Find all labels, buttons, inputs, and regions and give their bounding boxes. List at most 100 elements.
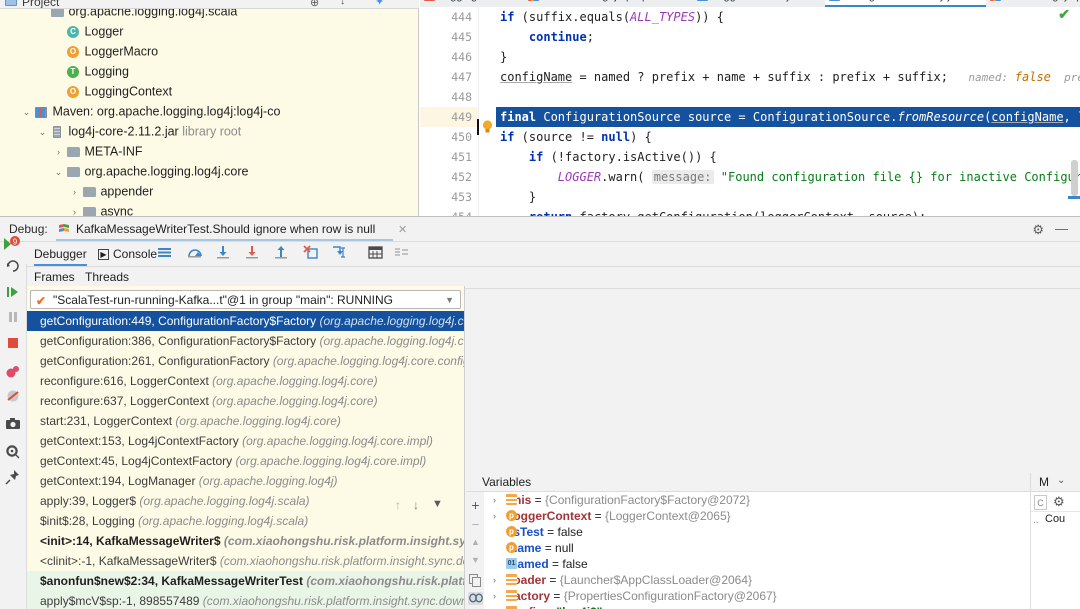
chevron-down-icon[interactable]: ⌄ — [1057, 475, 1065, 486]
tree-node[interactable]: › appender — [0, 181, 418, 201]
tree-node[interactable]: org.apache.logging.log4j.scala — [0, 9, 418, 21]
chevron-right-icon[interactable]: › — [493, 508, 496, 524]
frame-item[interactable]: <init>:14, KafkaMessageWriter$ (com.xiao… — [27, 531, 464, 551]
editor-scrollbar-thumb[interactable] — [1071, 160, 1078, 196]
gutter-line[interactable]: 445 — [420, 27, 478, 47]
pin-icon[interactable] — [5, 469, 22, 486]
filter-icon[interactable]: ▼ — [432, 498, 443, 510]
gutter-line[interactable]: 444− — [420, 7, 478, 27]
variable-row[interactable]: ›this = {ConfigurationFactory$Factory@20… — [484, 492, 1030, 508]
frame-item[interactable]: reconfigure:637, LoggerContext (org.apac… — [27, 391, 464, 411]
gutter-line[interactable]: 450− — [420, 127, 478, 147]
step-out-icon[interactable] — [274, 245, 288, 262]
editor-tab[interactable]: Logging.scala✕ — [420, 0, 524, 7]
watches-icon[interactable] — [468, 592, 483, 605]
chevron-right-icon[interactable]: › — [493, 572, 496, 588]
variable-row[interactable]: ›factory = {PropertiesConfigurationFacto… — [484, 588, 1030, 604]
chevron-down-icon[interactable]: ▼ — [445, 291, 454, 309]
tab-debugger[interactable]: Debugger — [34, 243, 87, 266]
inspection-status-icon[interactable]: ✔ — [1058, 6, 1070, 23]
tree-node[interactable]: ⌄ org.apache.logging.log4j.core — [0, 161, 418, 181]
mute-breakpoints-icon[interactable] — [5, 388, 22, 405]
frame-item[interactable]: reconfigure:616, LoggerContext (org.apac… — [27, 371, 464, 391]
frame-item[interactable]: apply$mcV$sp:-1, 898557489 (com.xiaohong… — [27, 591, 464, 609]
layout-icon[interactable] — [394, 245, 409, 262]
editor-tab-bar[interactable]: Logging.scala✕resources\log4j2.propertie… — [420, 0, 1080, 7]
view-breakpoints-icon[interactable] — [5, 364, 22, 381]
frame-item[interactable]: getConfiguration:386, ConfigurationFacto… — [27, 331, 464, 351]
variable-row[interactable]: ›ploggerContext = {LoggerContext@2065} — [484, 508, 1030, 524]
force-step-into-icon[interactable] — [245, 245, 259, 262]
tree-node[interactable]: ⌄ log4j-core-2.11.2.jar library root — [0, 121, 418, 141]
chevron-right-icon[interactable]: › — [52, 142, 65, 162]
move-down-icon[interactable]: ▼ — [469, 555, 482, 568]
close-icon[interactable]: ✕ — [811, 0, 819, 2]
gear-icon[interactable]: ⚙ — [1032, 222, 1044, 238]
down-arrow-icon[interactable]: ↓ — [413, 498, 419, 512]
chevron-right-icon[interactable]: › — [493, 588, 496, 604]
chevron-down-icon[interactable]: ⌄ — [52, 162, 65, 182]
gutter-line[interactable]: 452 — [420, 167, 478, 187]
close-icon[interactable]: ✕ — [972, 0, 980, 2]
chevron-right-icon[interactable]: › — [68, 182, 81, 202]
close-icon[interactable]: ✕ — [398, 220, 407, 241]
tab-console[interactable]: ▶Console — [98, 243, 157, 266]
gutter-line[interactable]: 447 — [420, 67, 478, 87]
breakpoints-badge-icon[interactable]: 9 — [2, 236, 24, 253]
frame-item[interactable]: getContext:45, Log4jContextFactory (org.… — [27, 451, 464, 471]
screenshot-icon[interactable] — [5, 416, 22, 433]
frame-item[interactable]: <clinit>:-1, KafkaMessageWriter$ (com.xi… — [27, 551, 464, 571]
frame-item[interactable]: getContext:153, Log4jContextFactory (org… — [27, 431, 464, 451]
tree-node[interactable]: ⌄ Maven: org.apache.logging.log4j:log4j-… — [0, 101, 418, 121]
gutter-line[interactable]: 448 — [420, 87, 478, 107]
rerun-icon[interactable] — [5, 258, 22, 275]
frames-pane[interactable]: ✔ "ScalaTest-run-running-Kafka...t"@1 in… — [27, 286, 465, 609]
add-icon[interactable]: + — [469, 497, 482, 510]
tree-node[interactable]: O LoggingContext — [0, 81, 418, 101]
tree-node[interactable]: C Logger — [0, 21, 418, 41]
frame-item[interactable]: $anonfun$new$2:34, KafkaMessageWriterTes… — [27, 571, 464, 591]
right-panel-c-button[interactable]: C — [1034, 495, 1047, 510]
chevron-down-icon[interactable]: ⌄ — [20, 102, 33, 122]
variable-row[interactable]: 01named = false — [484, 556, 1030, 572]
thread-selector[interactable]: ✔ "ScalaTest-run-running-Kafka...t"@1 in… — [30, 290, 461, 309]
resume-icon[interactable] — [5, 284, 22, 301]
sort-icon[interactable]: ↕ — [340, 0, 346, 7]
move-up-icon[interactable]: ▲ — [469, 537, 482, 550]
evaluate-expression-icon[interactable] — [368, 245, 383, 262]
variables-pane[interactable]: ›this = {ConfigurationFactory$Factory@20… — [484, 492, 1030, 609]
variable-row[interactable]: ›loader = {Launcher$AppClassLoader@2064} — [484, 572, 1030, 588]
gutter-line[interactable]: 453− — [420, 187, 478, 207]
up-arrow-icon[interactable]: ↑ — [395, 498, 401, 512]
frame-item[interactable]: $init$:28, Logging (org.apache.logging.l… — [27, 511, 464, 531]
remove-icon[interactable]: − — [469, 517, 482, 530]
editor-tab[interactable]: ConfigurationFactory.java✕ — [825, 0, 986, 7]
chevron-right-icon[interactable]: › — [493, 604, 496, 609]
tree-node[interactable]: › META-INF — [0, 141, 418, 161]
chevron-right-icon[interactable]: › — [493, 492, 496, 508]
step-into-icon[interactable] — [216, 245, 230, 262]
project-tree[interactable]: org.apache.logging.log4j.scalaC Logger O … — [0, 9, 419, 216]
pause-icon[interactable] — [5, 309, 22, 326]
chevron-down-icon[interactable]: ⌄ — [36, 122, 49, 142]
editor-gutter[interactable]: 444−445446−447448449450−451−452453−45445… — [420, 7, 479, 216]
frame-item[interactable]: getContext:194, LogManager (org.apache.l… — [27, 471, 464, 491]
run-to-cursor-icon[interactable] — [332, 245, 347, 262]
gutter-line[interactable]: 449 — [420, 107, 478, 127]
code-content[interactable]: if (suffix.equals(ALL_TYPES)) { continue… — [496, 7, 1080, 216]
frame-item[interactable]: start:231, LoggerContext (org.apache.log… — [27, 411, 464, 431]
copy-icon[interactable] — [469, 574, 482, 587]
close-icon[interactable]: ✕ — [679, 0, 687, 2]
collapse-icon[interactable]: ⊕ — [310, 0, 319, 9]
mute-breakpoints-icon[interactable] — [157, 245, 172, 262]
variable-row[interactable]: pisTest = false — [484, 524, 1030, 540]
frame-item[interactable]: getConfiguration:261, ConfigurationFacto… — [27, 351, 464, 371]
editor-tab[interactable]: resources\log4j2.properties✕ — [524, 0, 693, 7]
tree-node[interactable]: › async — [0, 201, 418, 216]
close-icon[interactable]: ✕ — [510, 0, 518, 2]
tree-node[interactable]: T Logging — [0, 61, 418, 81]
gutter-line[interactable]: 451− — [420, 147, 478, 167]
chevron-right-icon[interactable]: › — [68, 202, 81, 216]
step-over-icon[interactable] — [187, 245, 203, 262]
stop-icon[interactable] — [5, 335, 22, 352]
